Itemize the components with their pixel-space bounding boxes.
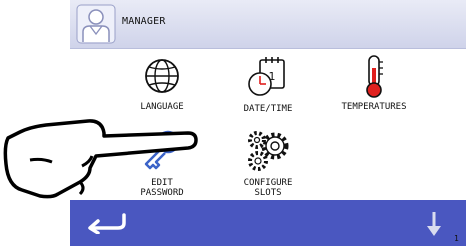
header-bar: MANAGER	[70, 0, 466, 49]
menu-item-label: TEMPERATURES	[341, 102, 407, 112]
globe-icon	[145, 59, 179, 93]
menu-item-label: CONFIGURE SLOTS	[243, 178, 293, 198]
page-title: MANAGER	[122, 16, 166, 27]
pointing-hand-icon	[3, 119, 198, 199]
back-arrow-icon[interactable]	[84, 212, 130, 234]
manager-user-icon	[76, 4, 116, 44]
gears-icon	[248, 131, 289, 171]
menu-item-configure-slots[interactable]: CONFIGURE SLOTS	[220, 130, 316, 198]
menu-item-language[interactable]: LANGUAGE	[114, 56, 210, 112]
footer-bar: 1	[70, 200, 466, 246]
thermometer-icon	[366, 55, 383, 98]
menu-item-label: DATE/TIME	[243, 104, 293, 114]
menu-item-temperatures[interactable]: TEMPERATURES	[326, 54, 422, 112]
menu-item-date-time[interactable]: 1 DATE/TIME	[220, 56, 316, 114]
page-number: 1	[454, 234, 459, 243]
calendar-clock-icon: 1	[248, 57, 285, 96]
down-arrow-icon[interactable]	[422, 210, 446, 238]
menu-item-label: LANGUAGE	[140, 102, 184, 112]
